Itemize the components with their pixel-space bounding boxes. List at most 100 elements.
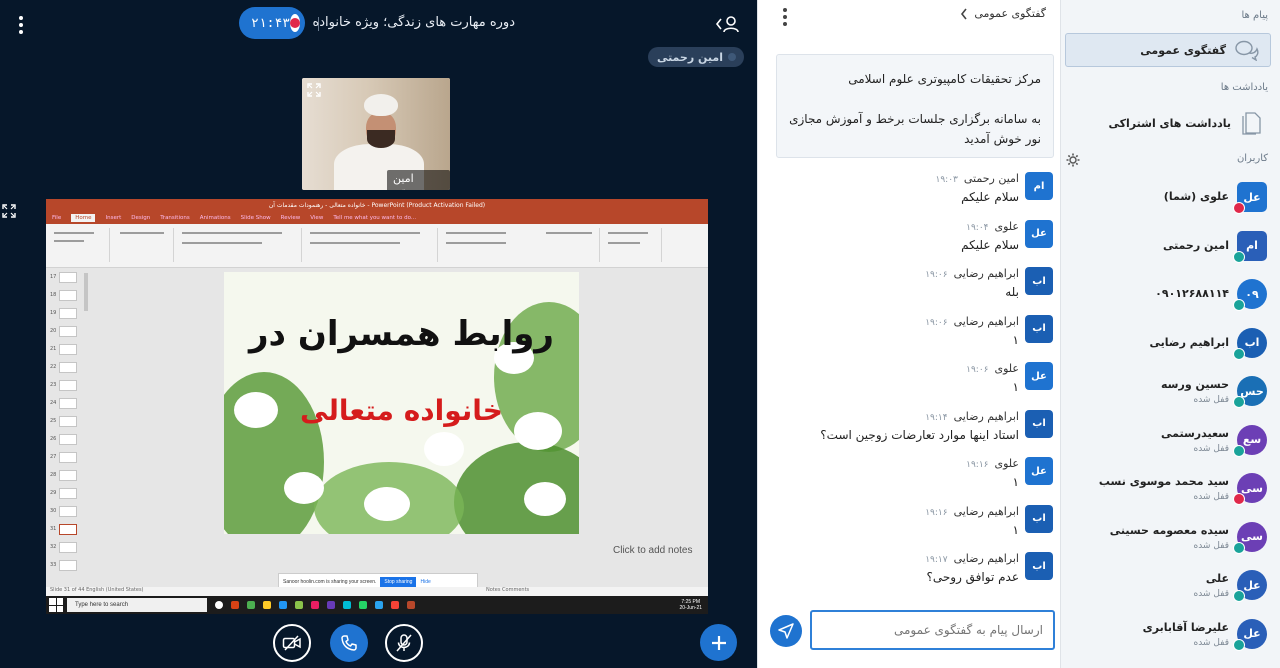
- slide-number: 33: [50, 562, 57, 568]
- leave-audio-button[interactable]: [330, 624, 368, 662]
- user-list-item[interactable]: حس حسین ورسه قفل شده: [1065, 366, 1280, 414]
- send-message-button[interactable]: [770, 615, 802, 647]
- message-avatar: اب: [1025, 409, 1053, 438]
- ppt-slide-thumbnails: 17 18 19 20 21 22 23 24 25 26 27 28 29 30 31 32 33: [46, 269, 88, 579]
- slide-number: 23: [50, 382, 57, 388]
- slide-number: 32: [50, 544, 57, 550]
- share-banner-text: Sanoor hoolin.com is sharing your screen…: [283, 578, 377, 585]
- slide-title-line1: روابط همسران در: [248, 314, 555, 354]
- folder-icon: [263, 601, 271, 609]
- ppt-ribbon: [46, 224, 708, 268]
- chat-bubbles-icon: [1235, 40, 1259, 61]
- cortana-icon: [215, 601, 223, 609]
- screenshare-video: خانواده متعالی - رهنمودات مقدمات آن - Po…: [46, 199, 708, 614]
- windows-taskbar: Type here to search 7:25 PM 20-Jun-21: [46, 596, 708, 614]
- ppt-tab: Insert: [105, 215, 122, 221]
- current-slide: روابط همسران در خانواده متعالی: [224, 272, 579, 534]
- chat-message: عل علوی ۱۹:۱۶ ۱: [758, 455, 1061, 503]
- slide-thumbnail: 33: [50, 557, 78, 573]
- user-list-item[interactable]: سع سعیدرستمی قفل شده: [1065, 415, 1280, 463]
- ribbon-control: [608, 232, 648, 234]
- message-sender: ابراهیم رضایی: [953, 409, 1019, 423]
- store-icon: [279, 601, 287, 609]
- user-list-item[interactable]: سی سید محمد موسوی نسب قفل شده: [1065, 463, 1280, 511]
- ribbon-control: [54, 240, 84, 242]
- mic-off-button[interactable]: [385, 624, 423, 662]
- slide-thumbnail-image: [59, 523, 78, 535]
- message-time: ۱۹:۱۶: [925, 507, 948, 518]
- slide-thumbnail: 20: [50, 323, 78, 339]
- telegram-icon: [375, 601, 383, 609]
- user-list-item[interactable]: عل علی قفل شده: [1065, 560, 1280, 608]
- hide-banner-button: Hide: [420, 578, 431, 585]
- chat-message-input[interactable]: [810, 610, 1055, 650]
- actions-button[interactable]: [700, 624, 737, 661]
- ppt-tab: File: [52, 215, 62, 221]
- chat-message: اب ابراهیم رضایی ۱۹:۰۶ بله: [758, 265, 1061, 313]
- slide-number: 24: [50, 400, 57, 406]
- user-lock-status: قفل شده: [1193, 589, 1229, 599]
- user-name: امین رحمتی: [1162, 238, 1229, 252]
- windows-start-icon: [49, 598, 63, 612]
- user-list-item[interactable]: ام امین رحمتی: [1065, 221, 1280, 269]
- user-list-item[interactable]: اب ابراهیم رضایی: [1065, 318, 1280, 366]
- slide-thumbnail: 17: [50, 269, 78, 285]
- ppt-tab: Transitions: [160, 215, 190, 221]
- ppt-tab: Tell me what you want to do...: [333, 215, 417, 221]
- user-list-item[interactable]: عل علیرضا آقابابری قفل شده: [1065, 609, 1280, 657]
- webcam-video[interactable]: امین رحمتی: [302, 78, 450, 190]
- firefox-icon: [231, 601, 239, 609]
- user-list-item[interactable]: ۰۹ ۰۹۰۱۲۶۸۸۱۱۴: [1065, 269, 1280, 317]
- talking-indicator[interactable]: امین رحمتی: [648, 47, 744, 67]
- slide-thumbnail-image: [59, 325, 78, 337]
- slide-thumbnail: 19: [50, 305, 78, 321]
- plus-icon: [711, 635, 726, 650]
- user-status-badge-icon: [1233, 299, 1245, 311]
- camera-off-icon: [282, 635, 301, 651]
- user-name: سعیدرستمی: [1160, 426, 1229, 440]
- public-chat-item[interactable]: گفتگوی عمومی: [1065, 33, 1271, 67]
- user-status-badge-icon: [1233, 638, 1245, 651]
- user-list-item[interactable]: عل علوی (شما): [1065, 172, 1280, 220]
- ppt-ribbon-tabs: File Home Insert Design Transitions Animation…: [46, 212, 708, 224]
- slide-number: 27: [50, 454, 57, 460]
- message-time: ۱۹:۰۶: [925, 317, 948, 328]
- app-icon: [327, 601, 335, 609]
- slide-thumbnail: 28: [50, 467, 78, 483]
- message-time: ۱۹:۱۷: [925, 555, 948, 565]
- ribbon-control: [182, 242, 262, 244]
- slide-flower: [424, 432, 464, 466]
- slide-thumbnail-image: [59, 451, 78, 463]
- slide-number: 22: [50, 364, 57, 370]
- main-video-area: ۲۱:۴۳ دوره مهارت های زندگی؛ ویژه خانواده…: [0, 0, 757, 668]
- options-menu-icon[interactable]: [16, 16, 26, 34]
- whatsapp-icon: [359, 601, 367, 609]
- messages-section-label: پیام ها: [1241, 10, 1268, 21]
- slide-thumbnail: 31: [50, 521, 78, 537]
- user-status-badge-icon: [1233, 541, 1245, 554]
- user-list-item[interactable]: سی سیده معصومه حسینی قفل شده: [1065, 512, 1280, 560]
- user-list-toggle-icon[interactable]: [715, 14, 741, 34]
- stop-sharing-button: Stop sharing: [380, 576, 417, 587]
- shared-notes-item[interactable]: یادداشت های اشتراکی: [1065, 106, 1271, 140]
- presentation-fullscreen-icon[interactable]: [2, 203, 16, 218]
- document-icon: [1242, 112, 1261, 135]
- user-status-badge-icon: [1233, 444, 1245, 457]
- ppt-status-bar: Slide 31 of 44 English (United States) N…: [46, 587, 708, 596]
- camera-off-button[interactable]: [273, 624, 311, 662]
- chat-message: اب ابراهیم رضایی ۱۹:۱۴ استاد اینها موارد تع…: [758, 408, 1061, 456]
- fullscreen-icon[interactable]: [307, 82, 321, 97]
- chat-options-icon[interactable]: [780, 8, 790, 26]
- user-name: ۰۹۰۱۲۶۸۸۱۱۴: [1155, 287, 1229, 300]
- ppt-title-bar: خانواده متعالی - رهنمودات مقدمات آن - Po…: [46, 199, 708, 212]
- gear-icon[interactable]: [1066, 152, 1080, 167]
- chat-header-back[interactable]: گفتگوی عمومی: [960, 7, 1046, 20]
- chat-message: اب ابراهیم رضایی ۱۹:۱۶ ۱: [758, 503, 1061, 551]
- slide-thumbnail-image: [59, 505, 78, 517]
- user-status-badge-icon: [1233, 250, 1245, 263]
- user-status-badge-icon: [1233, 396, 1245, 408]
- chat-panel: گفتگوی عمومی مرکز تحقیقات کامپیوتری علوم…: [757, 0, 1060, 668]
- recording-indicator[interactable]: ۲۱:۴۳: [239, 7, 305, 39]
- message-text: ۱: [1012, 332, 1019, 347]
- clock-date: 20-Jun-21: [679, 605, 702, 611]
